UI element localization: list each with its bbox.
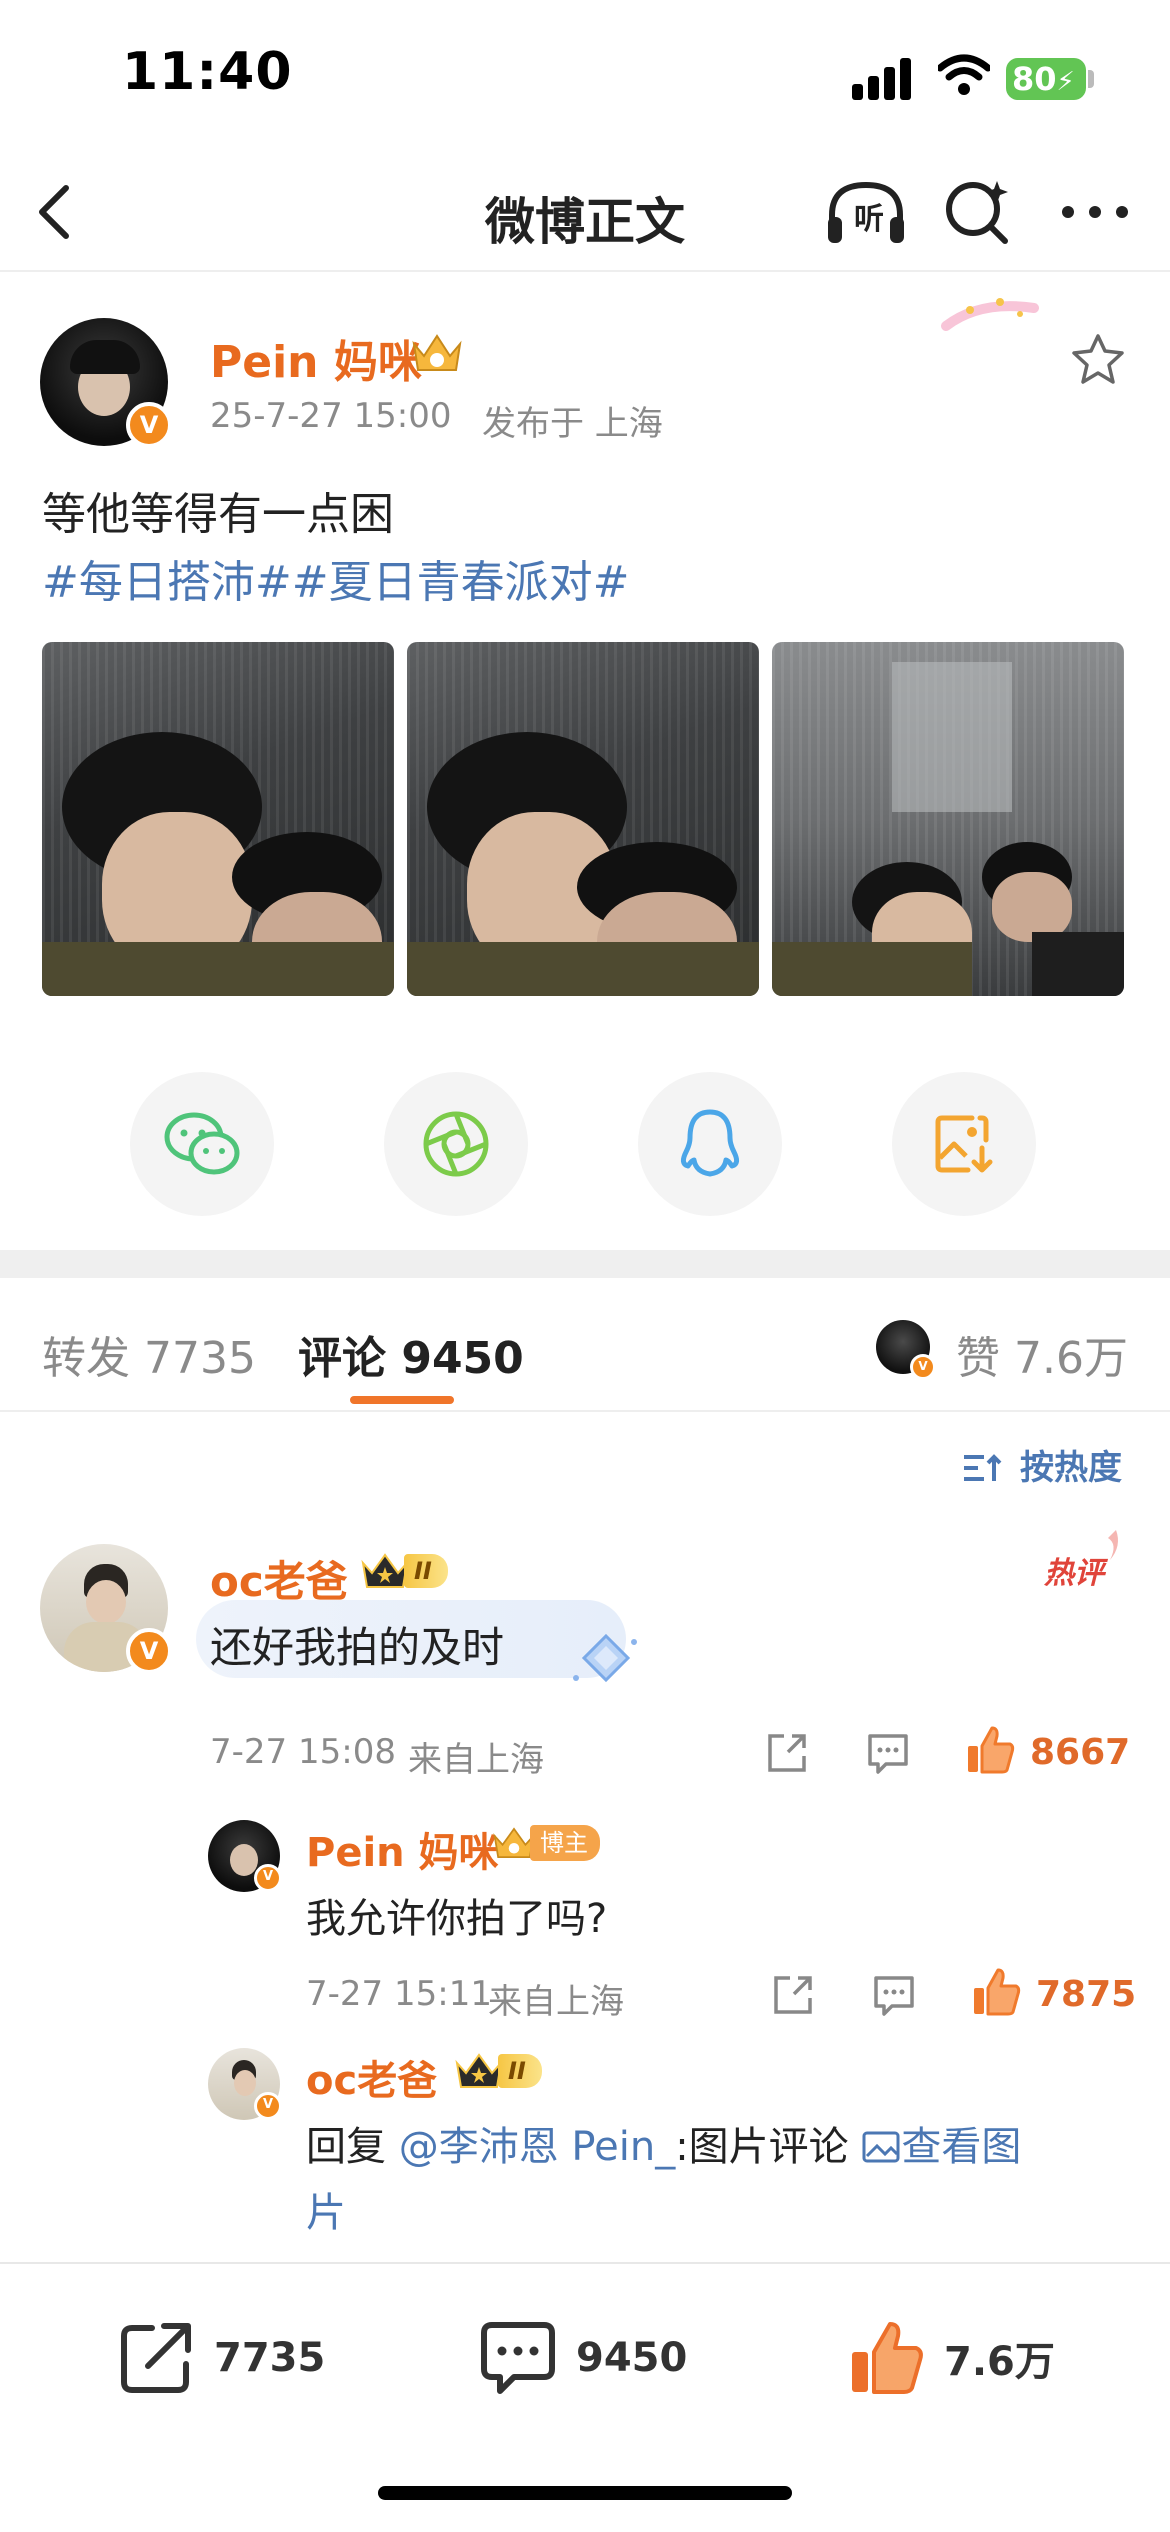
bottom-comment-count: 9450 bbox=[576, 2335, 688, 2381]
verified-icon: V bbox=[126, 402, 172, 448]
search-icon bbox=[946, 181, 1008, 244]
active-tab-indicator bbox=[350, 1396, 454, 1404]
commenter-verified-icon: V bbox=[126, 1628, 172, 1674]
save-image-button[interactable] bbox=[892, 1072, 1036, 1216]
crown-icon bbox=[455, 2053, 503, 2088]
post-date: 25-7-27 15:00 bbox=[210, 396, 452, 436]
cellular-signal-icon bbox=[852, 58, 914, 100]
reply-comment-icon[interactable] bbox=[864, 1730, 912, 1776]
reply-author-name[interactable]: Pein 妈咪 bbox=[306, 1820, 499, 1878]
battery-tip bbox=[1088, 70, 1094, 88]
author-name[interactable]: Pein 妈咪 bbox=[210, 326, 422, 390]
rank-level: II bbox=[404, 1554, 448, 1588]
tab-comment-count: 9450 bbox=[401, 1333, 524, 1384]
bottom-repost-count: 7735 bbox=[214, 2335, 326, 2381]
reply-source: 来自上海 bbox=[488, 1982, 624, 2022]
interaction-tabs: 转发 7735 评论 9450 V 赞 7.6万 bbox=[0, 1278, 1170, 1412]
save-image-icon bbox=[935, 1115, 993, 1173]
share-moments-button[interactable] bbox=[384, 1072, 528, 1216]
hot-comment-badge: 热评 bbox=[1044, 1556, 1104, 1591]
bottom-like-button[interactable]: 7.6万 bbox=[846, 2308, 1055, 2408]
more-dots-icon bbox=[1062, 206, 1128, 218]
comment-like-count: 8667 bbox=[1030, 1732, 1131, 1773]
member-rank-badge: II bbox=[360, 1552, 448, 1590]
battery-indicator: 80⚡ bbox=[1006, 58, 1086, 100]
home-indicator bbox=[378, 2486, 792, 2500]
reply2-rank-badge: II bbox=[454, 2052, 542, 2090]
reply-time: 7-27 15:11 bbox=[306, 1974, 492, 2014]
diamond-decoration-icon bbox=[573, 1633, 637, 1683]
reply2-rank-level: II bbox=[498, 2054, 542, 2088]
reply2-verified-icon: V bbox=[254, 2092, 282, 2120]
status-bar: 11:40 80⚡ bbox=[0, 0, 1170, 150]
blogger-badge: 博主 bbox=[492, 1824, 600, 1862]
status-time: 11:40 bbox=[122, 42, 293, 102]
view-image-label: 查看图 bbox=[901, 2124, 1022, 2170]
repost-icon bbox=[121, 2323, 191, 2393]
post-photo-1[interactable] bbox=[42, 642, 394, 996]
tab-repost-count: 7735 bbox=[144, 1333, 256, 1384]
nav-bar: 微博正文 听 bbox=[0, 150, 1170, 272]
post-photo-3[interactable] bbox=[772, 642, 1124, 996]
wifi-icon bbox=[938, 54, 990, 95]
liker-verified-icon: V bbox=[910, 1354, 936, 1380]
reply-reply-icon[interactable] bbox=[870, 1972, 918, 2018]
reply2-suffix: :图片评论 bbox=[675, 2124, 849, 2170]
share-qq-button[interactable] bbox=[638, 1072, 782, 1216]
comment-source: 来自上海 bbox=[408, 1740, 544, 1780]
crown-icon bbox=[361, 1553, 409, 1588]
post-text: 等他等得有一点困 bbox=[42, 489, 394, 540]
reply-like-count: 7875 bbox=[1036, 1974, 1137, 2015]
more-button[interactable] bbox=[1050, 172, 1140, 252]
reply-verified-icon: V bbox=[254, 1864, 282, 1892]
share-reply-icon[interactable] bbox=[770, 1972, 816, 2018]
tab-comment-label: 评论 bbox=[298, 1333, 386, 1384]
favorite-star-icon[interactable] bbox=[1070, 332, 1126, 386]
post-photo-2[interactable] bbox=[407, 642, 759, 996]
listen-label: 听 bbox=[854, 202, 884, 237]
bottom-repost-button[interactable]: 7735 bbox=[118, 2308, 325, 2408]
blogger-tag: 博主 bbox=[530, 1825, 600, 1861]
comment-text: 还好我拍的及时 bbox=[210, 1623, 505, 1672]
wechat-icon bbox=[164, 1112, 240, 1175]
post-location: 发布于 上海 bbox=[482, 404, 663, 444]
moments-aperture-icon bbox=[423, 1111, 489, 1177]
listen-button[interactable]: 听 bbox=[824, 172, 908, 252]
crown-icon bbox=[412, 334, 462, 371]
comment-time: 7-27 15:08 bbox=[210, 1732, 396, 1772]
share-comment-icon[interactable] bbox=[764, 1730, 810, 1776]
image-icon bbox=[862, 2131, 900, 2163]
sort-icon bbox=[964, 1454, 1002, 1481]
comment-icon bbox=[481, 2322, 555, 2394]
reply2-author-name[interactable]: oc老爸 bbox=[306, 2048, 437, 2106]
reply-like-thumb-icon[interactable] bbox=[970, 1966, 1022, 2018]
reply2-prefix: 回复 bbox=[306, 2124, 386, 2170]
bottom-comment-button[interactable]: 9450 bbox=[478, 2308, 687, 2408]
tab-like[interactable]: 赞 7.6万 bbox=[956, 1322, 1128, 1386]
like-thumb-icon bbox=[852, 2322, 923, 2394]
reply2-text: 回复 @李沛恩 Pein_:图片评论 查看图片 bbox=[306, 2114, 1126, 2246]
tab-repost[interactable]: 转发 7735 bbox=[42, 1322, 256, 1386]
reply-text: 我允许你拍了吗? bbox=[306, 1896, 608, 1942]
sort-button[interactable]: 按热度 bbox=[962, 1440, 1122, 1489]
reply2-mention[interactable]: @李沛恩 Pein_ bbox=[399, 2124, 675, 2170]
view-image-label-cont: 片 bbox=[306, 2190, 346, 2236]
section-divider bbox=[0, 1250, 1170, 1278]
tab-like-count: 7.6万 bbox=[1014, 1333, 1128, 1384]
tab-repost-label: 转发 bbox=[42, 1333, 130, 1384]
sort-label: 按热度 bbox=[1020, 1448, 1122, 1488]
bottom-like-count: 7.6万 bbox=[944, 2339, 1055, 2385]
post-topics[interactable]: #每日搭沛##夏日青春派对# bbox=[42, 546, 629, 610]
like-thumb-icon[interactable] bbox=[964, 1724, 1016, 1776]
qq-penguin-icon bbox=[680, 1109, 740, 1177]
tab-comment[interactable]: 评论 9450 bbox=[298, 1322, 524, 1386]
tab-like-label: 赞 bbox=[956, 1333, 1000, 1384]
decoration-sparkle-icon bbox=[941, 298, 1039, 331]
search-button[interactable] bbox=[938, 172, 1018, 252]
share-wechat-button[interactable] bbox=[130, 1072, 274, 1216]
battery-level: 80 bbox=[1012, 60, 1057, 98]
